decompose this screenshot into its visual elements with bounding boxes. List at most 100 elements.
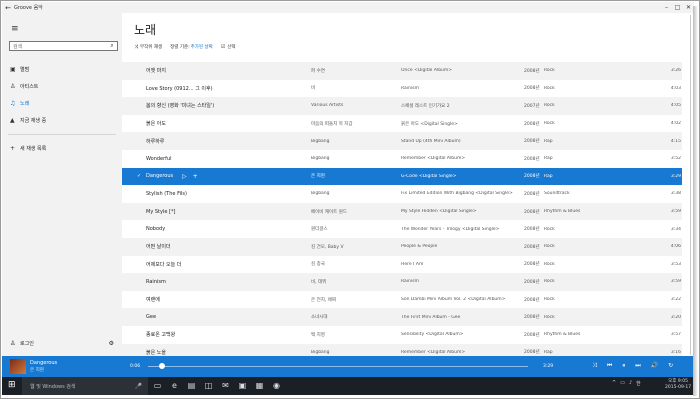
song-row[interactable]: 어젯 마지 퍼 수연 Once <Digital Album> 2008년 Rock 3:… — [122, 62, 682, 80]
battery-icon[interactable]: ▭ — [620, 380, 625, 387]
song-duration: 3:34 — [670, 226, 681, 232]
song-year: 2008년 — [524, 244, 540, 250]
song-artist: Bigbang — [311, 138, 330, 144]
sort-by-dropdown[interactable]: 정렬 기준: 추가된 날짜 — [170, 44, 213, 50]
song-row[interactable]: Nobody 원더걸스 The Wonder Years - Trilogy <Di… — [122, 220, 682, 238]
pause-icon[interactable]: ⏸ — [622, 362, 625, 370]
song-title: 종료온 고백왕 — [146, 332, 176, 339]
song-row[interactable]: 봄의 향신 (영화 '미녀는 스타일') Various Artists 스페셜 레… — [122, 97, 682, 115]
song-row[interactable]: 하루하루 Bigbang Stand Up (4th Mini Album) 2008… — [122, 132, 682, 150]
groove-music-icon[interactable]: ◉ — [271, 380, 282, 391]
song-album: Stand Up (4th Mini Album) — [401, 138, 461, 144]
progress-track[interactable] — [148, 366, 528, 367]
song-row[interactable]: 종료온 고백왕 백 지영 Sensibility <Digital Album> 20… — [122, 326, 682, 344]
volume-icon[interactable]: 🔊 — [651, 362, 658, 370]
previous-icon[interactable]: ⏮ — [607, 362, 612, 370]
elapsed-time: 0:06 — [130, 364, 141, 369]
login-button[interactable]: ♙ 로그인 ⚙ — [2, 337, 122, 349]
back-arrow-icon[interactable]: ← — [2, 4, 14, 12]
song-row[interactable]: 붉은 아도 마음의 떠돌지 목 지갑 붉은 아도 <Digital Single> 2… — [122, 115, 682, 133]
music-note-icon: ♫ — [10, 99, 16, 107]
play-icon[interactable]: ▷ — [182, 173, 187, 180]
now-playing-title: Dangerous — [30, 360, 58, 366]
sidebar-divider — [8, 134, 116, 135]
song-title: 하루하루 — [146, 138, 165, 145]
song-row[interactable]: Rainism 비, 데뷔 Rainism 2008년 Rock 3:59 — [122, 273, 682, 291]
song-duration: 3:22 — [670, 297, 681, 303]
tray-overflow-icon[interactable]: ^ — [612, 380, 616, 387]
song-artist: 마음의 떠돌지 목 지갑 — [311, 121, 353, 127]
song-artist: 베이비 캐이트 원드 — [311, 209, 347, 215]
song-duration: 4:06 — [670, 244, 681, 250]
album-art[interactable] — [10, 359, 26, 374]
app-icon[interactable]: ▦ — [254, 380, 265, 391]
search-icon[interactable]: ⌕ — [107, 42, 117, 50]
task-view-icon[interactable]: ▭ — [152, 380, 163, 391]
select-label: 선택 — [227, 45, 236, 50]
song-album: Fix Limited Edition With Bigbang <Digita… — [401, 191, 513, 197]
ime-icon[interactable]: 한 — [636, 380, 641, 387]
add-to-icon[interactable]: + — [193, 173, 198, 180]
sidebar-item-label: 아티스트 — [20, 83, 39, 90]
song-year: 2008년 — [524, 191, 540, 197]
app-icon[interactable]: ▣ — [237, 380, 248, 391]
new-playlist-label: 새 재생 목록 — [20, 145, 47, 152]
song-year: 2007년 — [524, 103, 540, 109]
song-row[interactable]: 어떤 날이더 김 건모, Baby V People & People 2008년 Ro… — [122, 237, 682, 256]
edge-browser-icon[interactable]: e — [169, 380, 180, 391]
windows-taskbar: ⊞ 웹 및 Windows 검색 🎤 ▭ e ▤ ◫ ✉ ▣ ▦ ◉ ^ ▭ ♪ 한 오후 9:05… — [2, 377, 694, 395]
next-icon[interactable]: ⏭ — [635, 362, 640, 370]
song-album: 붉은 아도 <Digital Single> — [401, 121, 458, 127]
song-row[interactable]: My Style [*] 베이비 캐이트 원드 My Style Hidden <D… — [122, 202, 682, 221]
taskbar-search-box[interactable]: 웹 및 Windows 검색 🎤 — [22, 377, 148, 395]
row-checkbox-icon[interactable]: ✓ — [137, 173, 141, 179]
progress-slider-thumb[interactable] — [159, 363, 166, 369]
shuffle-all-button[interactable]: ⤨ 무작위 재생 — [134, 44, 162, 50]
song-genre: Rock — [544, 244, 555, 250]
sidebar-item-now-playing[interactable]: ▲ 지금 재생 중 — [2, 114, 122, 126]
maximize-icon[interactable]: □ — [672, 4, 683, 11]
mail-icon[interactable]: ✉ — [220, 380, 231, 391]
song-row[interactable]: Gee 소녀시대 The First Mini Album - Gee 2008년 Ro… — [122, 308, 682, 326]
song-artist: 원더걸스 — [311, 227, 328, 233]
shuffle-icon: ⤨ — [134, 44, 139, 50]
song-album: My Style Hidden <Digital Single> — [401, 209, 477, 215]
repeat-icon[interactable]: ↻ — [668, 362, 673, 370]
new-playlist-button[interactable]: + 새 재생 목록 — [2, 142, 122, 154]
system-tray: ^ ▭ ♪ 한 — [612, 380, 641, 387]
hamburger-menu-icon[interactable]: ≡ — [11, 24, 19, 34]
file-explorer-icon[interactable]: ▤ — [186, 380, 197, 391]
sidebar-item-artists[interactable]: ♙ 아티스트 — [2, 80, 122, 92]
select-button[interactable]: ☑ 선택 — [221, 44, 236, 50]
song-row[interactable]: Stylish (The Fils) Bigbang Fix Limited Edi… — [122, 185, 682, 203]
song-artist: Bigbang — [311, 349, 330, 355]
song-row[interactable]: Love Story (0912... 그 이후) 비 Rainism 2008년 Ro… — [122, 80, 682, 98]
sidebar-item-songs[interactable]: ♫ 노래 — [2, 97, 122, 109]
song-row[interactable]: Dangerous 은 지현 G-Code <Digital Single> 2008… — [122, 167, 682, 186]
microphone-icon[interactable]: 🎤 — [135, 383, 142, 390]
song-year: 2008년 — [524, 262, 540, 268]
store-icon[interactable]: ◫ — [203, 380, 214, 391]
search-input[interactable]: 검색 — [10, 43, 107, 50]
song-row[interactable]: 어제보다 오늘 더 김 종국 Here I Am 2008년 Rock 3:53 — [122, 256, 682, 274]
song-year: 2008년 — [524, 139, 540, 145]
shuffle-icon[interactable]: ⤨ — [592, 362, 597, 370]
windows-start-icon[interactable]: ⊞ — [8, 380, 16, 390]
song-row[interactable]: Wonderful Bigbang Remember <Digital Album>… — [122, 150, 682, 168]
sort-label: 정렬 기준: — [170, 45, 190, 50]
song-genre: Rhythm & Blues — [544, 209, 581, 215]
minimize-icon[interactable]: – — [661, 4, 672, 11]
song-title: 붉은 노을 — [146, 349, 166, 356]
taskbar-clock[interactable]: 오후 9:05 2015-09-17 — [665, 379, 691, 391]
settings-gear-icon[interactable]: ⚙ — [109, 340, 114, 347]
song-title: 어떤 날이더 — [146, 244, 171, 251]
song-duration: 3:59 — [670, 279, 681, 285]
song-year: 2008년 — [524, 209, 540, 215]
sidebar-item-label: 지금 재생 중 — [20, 117, 47, 124]
song-year: 2008년 — [524, 156, 540, 162]
song-genre: Rock — [544, 68, 555, 74]
search-box[interactable]: 검색 ⌕ — [9, 41, 118, 51]
sidebar-item-albums[interactable]: ▣ 앨범 — [2, 63, 122, 75]
song-row[interactable]: 여랜에 은 전지, 에찌 Son Dambi Mini Album Vol. 2 <… — [122, 291, 682, 309]
volume-icon[interactable]: ♪ — [629, 380, 632, 387]
